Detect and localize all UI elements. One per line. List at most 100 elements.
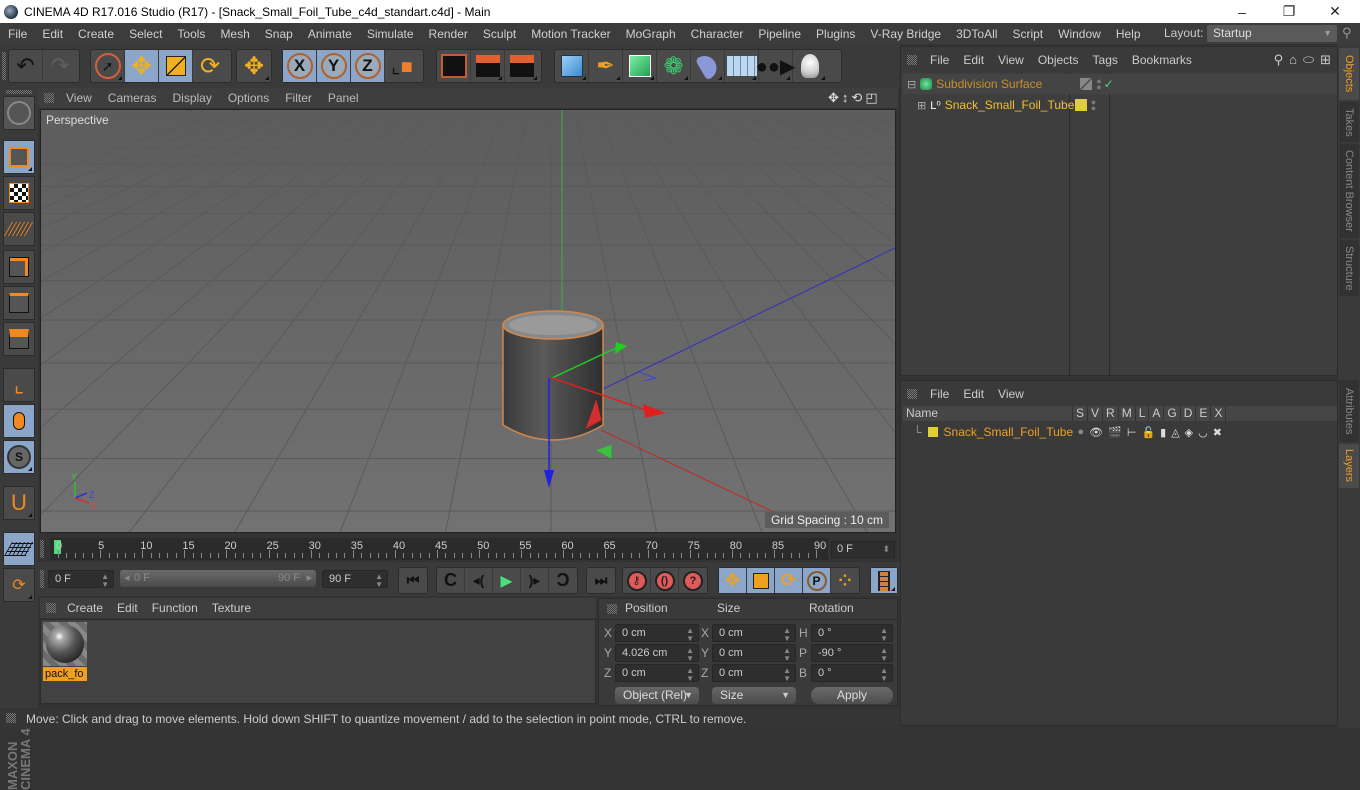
tab-structure[interactable]: Structure xyxy=(1339,240,1359,296)
key-pla-button[interactable]: ⁘ xyxy=(831,568,859,593)
spinner-icon[interactable]: ▲ ▼ xyxy=(880,627,888,643)
key-position-button[interactable]: ✥ xyxy=(719,568,747,593)
current-frame-field[interactable]: 0 F ⬍ xyxy=(831,541,895,558)
viewport-menu-display[interactable]: Display xyxy=(164,91,219,105)
xrefs-toggle-icon[interactable]: ✖ xyxy=(1213,426,1222,439)
key-rotation-button[interactable]: ⟳ xyxy=(775,568,803,593)
layer-column-v[interactable]: V xyxy=(1088,406,1104,421)
manager-toggle-icon[interactable]: ⊢ xyxy=(1127,426,1137,439)
maximize-view-icon[interactable]: ◰ xyxy=(865,90,877,106)
menu-simulate[interactable]: Simulate xyxy=(359,27,421,41)
menu-3dtoall[interactable]: 3DToAll xyxy=(948,27,1004,41)
tab-layers[interactable]: Layers xyxy=(1339,444,1359,488)
search-icon[interactable]: ⚲ xyxy=(1274,52,1284,68)
deformer-button[interactable] xyxy=(691,50,725,82)
size-y-field[interactable]: 0 cm ▲ ▼ xyxy=(712,644,796,663)
axis-mode-button[interactable]: ⌞ xyxy=(3,368,35,402)
spinner-icon[interactable]: ▲ ▼ xyxy=(686,627,694,643)
layer-color-swatch[interactable] xyxy=(927,427,938,437)
render-picture-viewer-button[interactable] xyxy=(471,50,505,82)
layout-select[interactable]: Startup ▼ xyxy=(1207,25,1337,42)
object-menu-objects[interactable]: Objects xyxy=(1031,53,1086,67)
timeline-ruler[interactable]: 0 5 10 15 20 25 30 35 40 45 50 55 60 65 70 75 80 85 90 xyxy=(50,538,828,560)
toolbar-grip[interactable] xyxy=(6,90,32,94)
deformers-toggle-icon[interactable]: ◈ xyxy=(1185,426,1193,439)
visibility-dots-icon[interactable]: ● ● xyxy=(1091,98,1096,113)
last-tool-button[interactable]: ✥ xyxy=(237,50,271,82)
viewport-menu-options[interactable]: Options xyxy=(220,91,277,105)
layer-row-snack-small-foil-tube[interactable]: └ Snack_Small_Foil_Tube ● 👁 🎬 ⊢ 🔓 ▮ ◬ ◈ … xyxy=(903,422,1337,442)
next-frame-button[interactable]: )▸ xyxy=(521,568,549,593)
material-menu-function[interactable]: Function xyxy=(145,601,205,615)
panel-grip[interactable] xyxy=(46,603,56,613)
next-keyframe-button[interactable]: Ɔ xyxy=(549,568,577,593)
move-view-icon[interactable]: ✥ xyxy=(828,90,839,106)
object-menu-edit[interactable]: Edit xyxy=(956,53,991,67)
play-button[interactable]: ▶ xyxy=(493,568,521,593)
spinner-icon[interactable]: ▲ ▼ xyxy=(101,573,109,589)
render-toggle-icon[interactable]: 🎬 xyxy=(1108,426,1122,439)
viewport-menu-filter[interactable]: Filter xyxy=(277,91,320,105)
snap-button[interactable]: U xyxy=(3,486,35,520)
menu-tools[interactable]: Tools xyxy=(169,27,212,41)
lock-toggle-icon[interactable]: 🔓 xyxy=(1141,426,1155,439)
material-menu-create[interactable]: Create xyxy=(60,601,110,615)
object-row-snack-small-foil-tube[interactable]: ⊞ L⁰ Snack_Small_Foil_Tube ● ● xyxy=(903,95,1337,115)
redo-button[interactable]: ↷ xyxy=(43,50,77,82)
perspective-viewport[interactable]: Y Z X Perspective Grid Spacing : 10 cm xyxy=(40,109,896,533)
layer-menu-edit[interactable]: Edit xyxy=(956,387,991,401)
render-view-button[interactable] xyxy=(437,50,471,82)
range-right-arrow-icon[interactable]: ▸ xyxy=(306,570,312,587)
menu-script[interactable]: Script xyxy=(1004,27,1050,41)
object-row-subdivision-surface[interactable]: ⊟ Subdivision Surface ● ● ✓ xyxy=(903,74,1337,94)
layer-column-e[interactable]: E xyxy=(1196,406,1212,421)
workplane-lock-button[interactable] xyxy=(3,532,35,566)
z-axis-lock-button[interactable]: Z xyxy=(351,50,385,82)
menu-sculpt[interactable]: Sculpt xyxy=(475,27,523,41)
start-frame-field[interactable]: 0 F ▲ ▼ xyxy=(48,570,114,589)
key-parameter-button[interactable]: P xyxy=(803,568,831,593)
move-button[interactable]: ✥ xyxy=(125,50,159,82)
rotation-b-field[interactable]: 0 ° ▲ ▼ xyxy=(811,664,893,683)
rotation-h-field[interactable]: 0 ° ▲ ▼ xyxy=(811,624,893,643)
rotation-p-field[interactable]: -90 ° ▲ ▼ xyxy=(811,644,893,663)
key-scale-button[interactable] xyxy=(747,568,775,593)
layer-column-l[interactable]: L xyxy=(1136,406,1150,421)
menu-mograph[interactable]: MoGraph xyxy=(618,27,683,41)
view-toggle-icon[interactable]: 👁 xyxy=(1089,426,1103,439)
object-menu-bookmarks[interactable]: Bookmarks xyxy=(1125,53,1199,67)
menu-character[interactable]: Character xyxy=(683,27,751,41)
material-swatch[interactable]: pack_fo xyxy=(43,622,87,681)
spinner-icon[interactable]: ▲ ▼ xyxy=(783,647,791,663)
tab-takes[interactable]: Takes xyxy=(1339,102,1359,142)
search-icon[interactable]: ⚲ xyxy=(1342,25,1352,41)
editor-render-toggle-icon[interactable] xyxy=(1080,78,1093,90)
range-left-arrow-icon[interactable]: ◂ xyxy=(124,570,130,587)
camera-button[interactable]: ●●▶ xyxy=(756,50,795,82)
scale-button[interactable] xyxy=(159,50,193,82)
minimize-button[interactable]: – xyxy=(1219,0,1265,23)
layer-menu-view[interactable]: View xyxy=(991,387,1031,401)
menu-animate[interactable]: Animate xyxy=(300,27,359,41)
render-settings-button[interactable] xyxy=(505,50,539,82)
object-menu-view[interactable]: View xyxy=(991,53,1031,67)
previous-frame-button[interactable]: ◂( xyxy=(465,568,493,593)
record-keys-button[interactable]: ⚷ xyxy=(623,568,651,593)
go-to-start-button[interactable]: ⏮ xyxy=(399,568,427,593)
menu-select[interactable]: Select xyxy=(121,27,169,41)
menu-mesh[interactable]: Mesh xyxy=(212,27,256,41)
subdivision-surface-button[interactable] xyxy=(623,50,657,82)
eye-icon[interactable]: ⬭ xyxy=(1303,52,1314,68)
end-frame-field[interactable]: 90 F ▲ ▼ xyxy=(322,570,388,589)
generators-toggle-icon[interactable]: ◬ xyxy=(1171,426,1179,439)
menu-snap[interactable]: Snap xyxy=(257,27,300,41)
close-button[interactable]: ✕ xyxy=(1312,0,1358,23)
visibility-dots-icon[interactable]: ● ● xyxy=(1096,77,1101,92)
toolbar-grip[interactable] xyxy=(2,52,6,80)
layer-column-x[interactable]: X xyxy=(1211,406,1227,421)
enabled-check-icon[interactable]: ✓ xyxy=(1104,77,1114,91)
edges-mode-button[interactable] xyxy=(3,286,35,320)
y-axis-lock-button[interactable]: Y xyxy=(317,50,351,82)
spinner-icon[interactable]: ⬍ xyxy=(882,542,890,557)
panel-grip[interactable] xyxy=(40,540,44,558)
